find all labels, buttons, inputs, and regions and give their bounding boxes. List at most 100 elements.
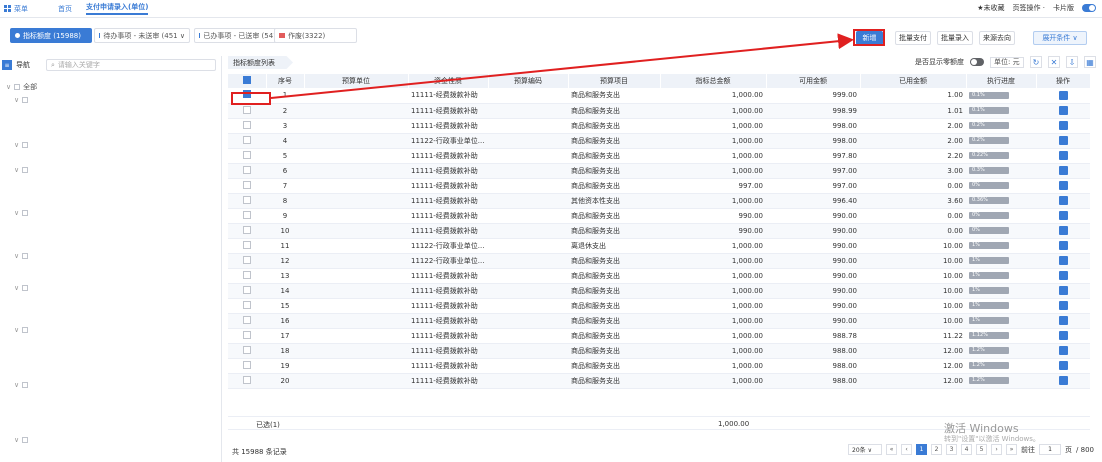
row-select-cell[interactable] bbox=[228, 358, 266, 374]
edit-icon[interactable] bbox=[1058, 121, 1068, 130]
table-row[interactable]: 17 11111-经费拨款补助 商品和服务支出 1,000.00 988.78 11.22… bbox=[228, 328, 1090, 344]
table-row[interactable]: 1 11111-经费拨款补助 商品和服务支出 1,000.00 999.00 1.00 0.… bbox=[228, 88, 1090, 104]
edit-icon[interactable] bbox=[1058, 181, 1068, 190]
edit-icon[interactable] bbox=[1058, 301, 1068, 310]
last-page-icon[interactable]: » bbox=[1006, 444, 1018, 455]
row-select-cell[interactable] bbox=[228, 118, 266, 134]
row-checkbox[interactable] bbox=[243, 105, 251, 114]
row-select-cell[interactable] bbox=[228, 163, 266, 179]
tab-payment-entry[interactable]: 支付申请录入(单位) bbox=[86, 2, 149, 15]
page-3[interactable]: 3 bbox=[946, 444, 958, 455]
grid-settings-icon[interactable]: ▦ bbox=[1084, 56, 1096, 68]
select-all-checkbox[interactable] bbox=[242, 76, 251, 84]
page-ops-menu[interactable]: 页签操作 · bbox=[1013, 3, 1045, 13]
page-1[interactable]: 1 bbox=[916, 444, 928, 455]
table-row[interactable]: 12 11122-行政事业单位... 商品和服务支出 1,000.00 990.00 10… bbox=[228, 253, 1090, 269]
tab-pending[interactable]: 待办事项 - 未送审 (451 ∨ bbox=[94, 28, 190, 43]
zero-quota-toggle[interactable] bbox=[970, 58, 984, 66]
row-select-cell[interactable] bbox=[228, 133, 266, 149]
select-all-header[interactable] bbox=[228, 74, 267, 88]
edit-icon[interactable] bbox=[1058, 331, 1068, 340]
expand-conditions-button[interactable]: 展开条件 ∨ bbox=[1033, 31, 1087, 45]
col-unit[interactable]: 预算单位 bbox=[304, 74, 409, 88]
row-checkbox[interactable] bbox=[243, 330, 251, 339]
edit-icon[interactable] bbox=[1058, 286, 1068, 295]
table-row[interactable]: 7 11111-经费拨款补助 商品和服务支出 997.00 997.00 0.00 0% bbox=[228, 178, 1090, 194]
table-row[interactable]: 2 11111-经费拨款补助 商品和服务支出 1,000.00 998.99 1.01 0.… bbox=[228, 103, 1090, 119]
row-select-cell[interactable] bbox=[228, 328, 266, 344]
tab-quota[interactable]: 指标额度 (15988) bbox=[10, 28, 92, 43]
table-row[interactable]: 4 11122-行政事业单位... 商品和服务支出 1,000.00 998.00 2.0… bbox=[228, 133, 1090, 149]
table-row[interactable]: 15 11111-经费拨款补助 商品和服务支出 1,000.00 990.00 10.00… bbox=[228, 298, 1090, 314]
table-row[interactable]: 19 11111-经费拨款补助 商品和服务支出 1,000.00 988.00 12.00… bbox=[228, 358, 1090, 374]
unit-select[interactable]: 单位: 元 bbox=[990, 56, 1024, 68]
edit-icon[interactable] bbox=[1058, 136, 1068, 145]
col-budget-code[interactable]: 预算编码 bbox=[488, 74, 569, 88]
tree-node[interactable]: ∨ bbox=[14, 141, 29, 149]
table-row[interactable]: 3 11111-经费拨款补助 商品和服务支出 1,000.00 998.00 2.00 0.… bbox=[228, 118, 1090, 134]
menu-icon[interactable] bbox=[4, 5, 11, 12]
tree-node[interactable]: ∨ bbox=[14, 381, 29, 389]
source-dest-button[interactable]: 来源去向 bbox=[979, 31, 1015, 45]
row-checkbox[interactable] bbox=[243, 375, 251, 384]
row-checkbox[interactable] bbox=[243, 135, 251, 144]
row-select-cell[interactable] bbox=[228, 223, 266, 239]
row-checkbox[interactable] bbox=[243, 270, 251, 279]
row-select-cell[interactable] bbox=[228, 283, 266, 299]
col-fund-nature[interactable]: 资金性质 bbox=[408, 74, 489, 88]
row-select-cell[interactable] bbox=[228, 178, 266, 194]
column-settings-icon[interactable]: ✕ bbox=[1048, 56, 1060, 68]
home-link[interactable]: 首页 bbox=[58, 4, 72, 14]
batch-pay-button[interactable]: 批量支付 bbox=[895, 31, 931, 45]
tree-node[interactable]: ∨ bbox=[14, 96, 29, 104]
edit-icon[interactable] bbox=[1058, 271, 1068, 280]
row-select-cell[interactable] bbox=[228, 148, 266, 164]
page-5[interactable]: 5 bbox=[976, 444, 988, 455]
tree-node[interactable]: ∨ bbox=[14, 252, 29, 260]
row-select-cell[interactable] bbox=[228, 343, 266, 359]
edit-icon[interactable] bbox=[1058, 106, 1068, 115]
next-page-icon[interactable]: › bbox=[991, 444, 1003, 455]
row-checkbox[interactable] bbox=[243, 120, 251, 129]
row-select-cell[interactable] bbox=[228, 313, 266, 329]
edit-icon[interactable] bbox=[1058, 376, 1068, 385]
table-row[interactable]: 6 11111-经费拨款补助 商品和服务支出 1,000.00 997.00 3.00 0.… bbox=[228, 163, 1090, 179]
row-checkbox[interactable] bbox=[243, 150, 251, 159]
tree-node[interactable]: ∨ bbox=[14, 284, 29, 292]
row-checkbox[interactable] bbox=[243, 345, 251, 354]
row-select-cell[interactable] bbox=[228, 373, 266, 389]
edit-icon[interactable] bbox=[1058, 241, 1068, 250]
col-available[interactable]: 可用金额 bbox=[766, 74, 861, 88]
table-row[interactable]: 13 11111-经费拨款补助 商品和服务支出 1,000.00 990.00 10.00… bbox=[228, 268, 1090, 284]
edit-icon[interactable] bbox=[1058, 316, 1068, 325]
tree-node[interactable]: ∨ bbox=[14, 436, 29, 444]
table-row[interactable]: 11 11122-行政事业单位... 离退休支出 1,000.00 990.00 10.0… bbox=[228, 238, 1090, 254]
download-icon[interactable]: ⇩ bbox=[1066, 56, 1078, 68]
tab-void[interactable]: 作废(3322) bbox=[274, 28, 357, 43]
row-checkbox[interactable] bbox=[243, 300, 251, 309]
col-total[interactable]: 指标总金额 bbox=[660, 74, 767, 88]
row-checkbox[interactable] bbox=[243, 240, 251, 249]
table-row[interactable]: 20 11111-经费拨款补助 商品和服务支出 1,000.00 988.00 12.00… bbox=[228, 373, 1090, 389]
card-view-toggle[interactable] bbox=[1082, 4, 1096, 12]
row-checkbox[interactable] bbox=[243, 360, 251, 369]
row-checkbox[interactable] bbox=[243, 315, 251, 324]
row-checkbox[interactable] bbox=[243, 225, 251, 234]
row-checkbox[interactable] bbox=[243, 285, 251, 294]
table-row[interactable]: 14 11111-经费拨款补助 商品和服务支出 1,000.00 990.00 10.00… bbox=[228, 283, 1090, 299]
edit-icon[interactable] bbox=[1058, 90, 1068, 100]
row-select-cell[interactable] bbox=[228, 268, 266, 284]
edit-icon[interactable] bbox=[1058, 196, 1068, 205]
table-row[interactable]: 16 11111-经费拨款补助 商品和服务支出 1,000.00 990.00 10.00… bbox=[228, 313, 1090, 329]
tree-node[interactable]: ∨ bbox=[14, 209, 29, 217]
menu-link[interactable]: 菜单 bbox=[14, 4, 28, 14]
row-select-cell[interactable] bbox=[228, 238, 266, 254]
edit-icon[interactable] bbox=[1058, 361, 1068, 370]
tree-root[interactable]: ∨ 全部 bbox=[6, 82, 37, 92]
nav-icon[interactable]: ≡ bbox=[2, 60, 12, 70]
table-row[interactable]: 8 11111-经费拨款补助 其他资本性支出 1,000.00 996.40 3.60 0.… bbox=[228, 193, 1090, 209]
first-page-icon[interactable]: « bbox=[886, 444, 898, 455]
edit-icon[interactable] bbox=[1058, 166, 1068, 175]
refresh-icon[interactable]: ↻ bbox=[1030, 56, 1042, 68]
tree-checkbox[interactable] bbox=[14, 84, 21, 90]
